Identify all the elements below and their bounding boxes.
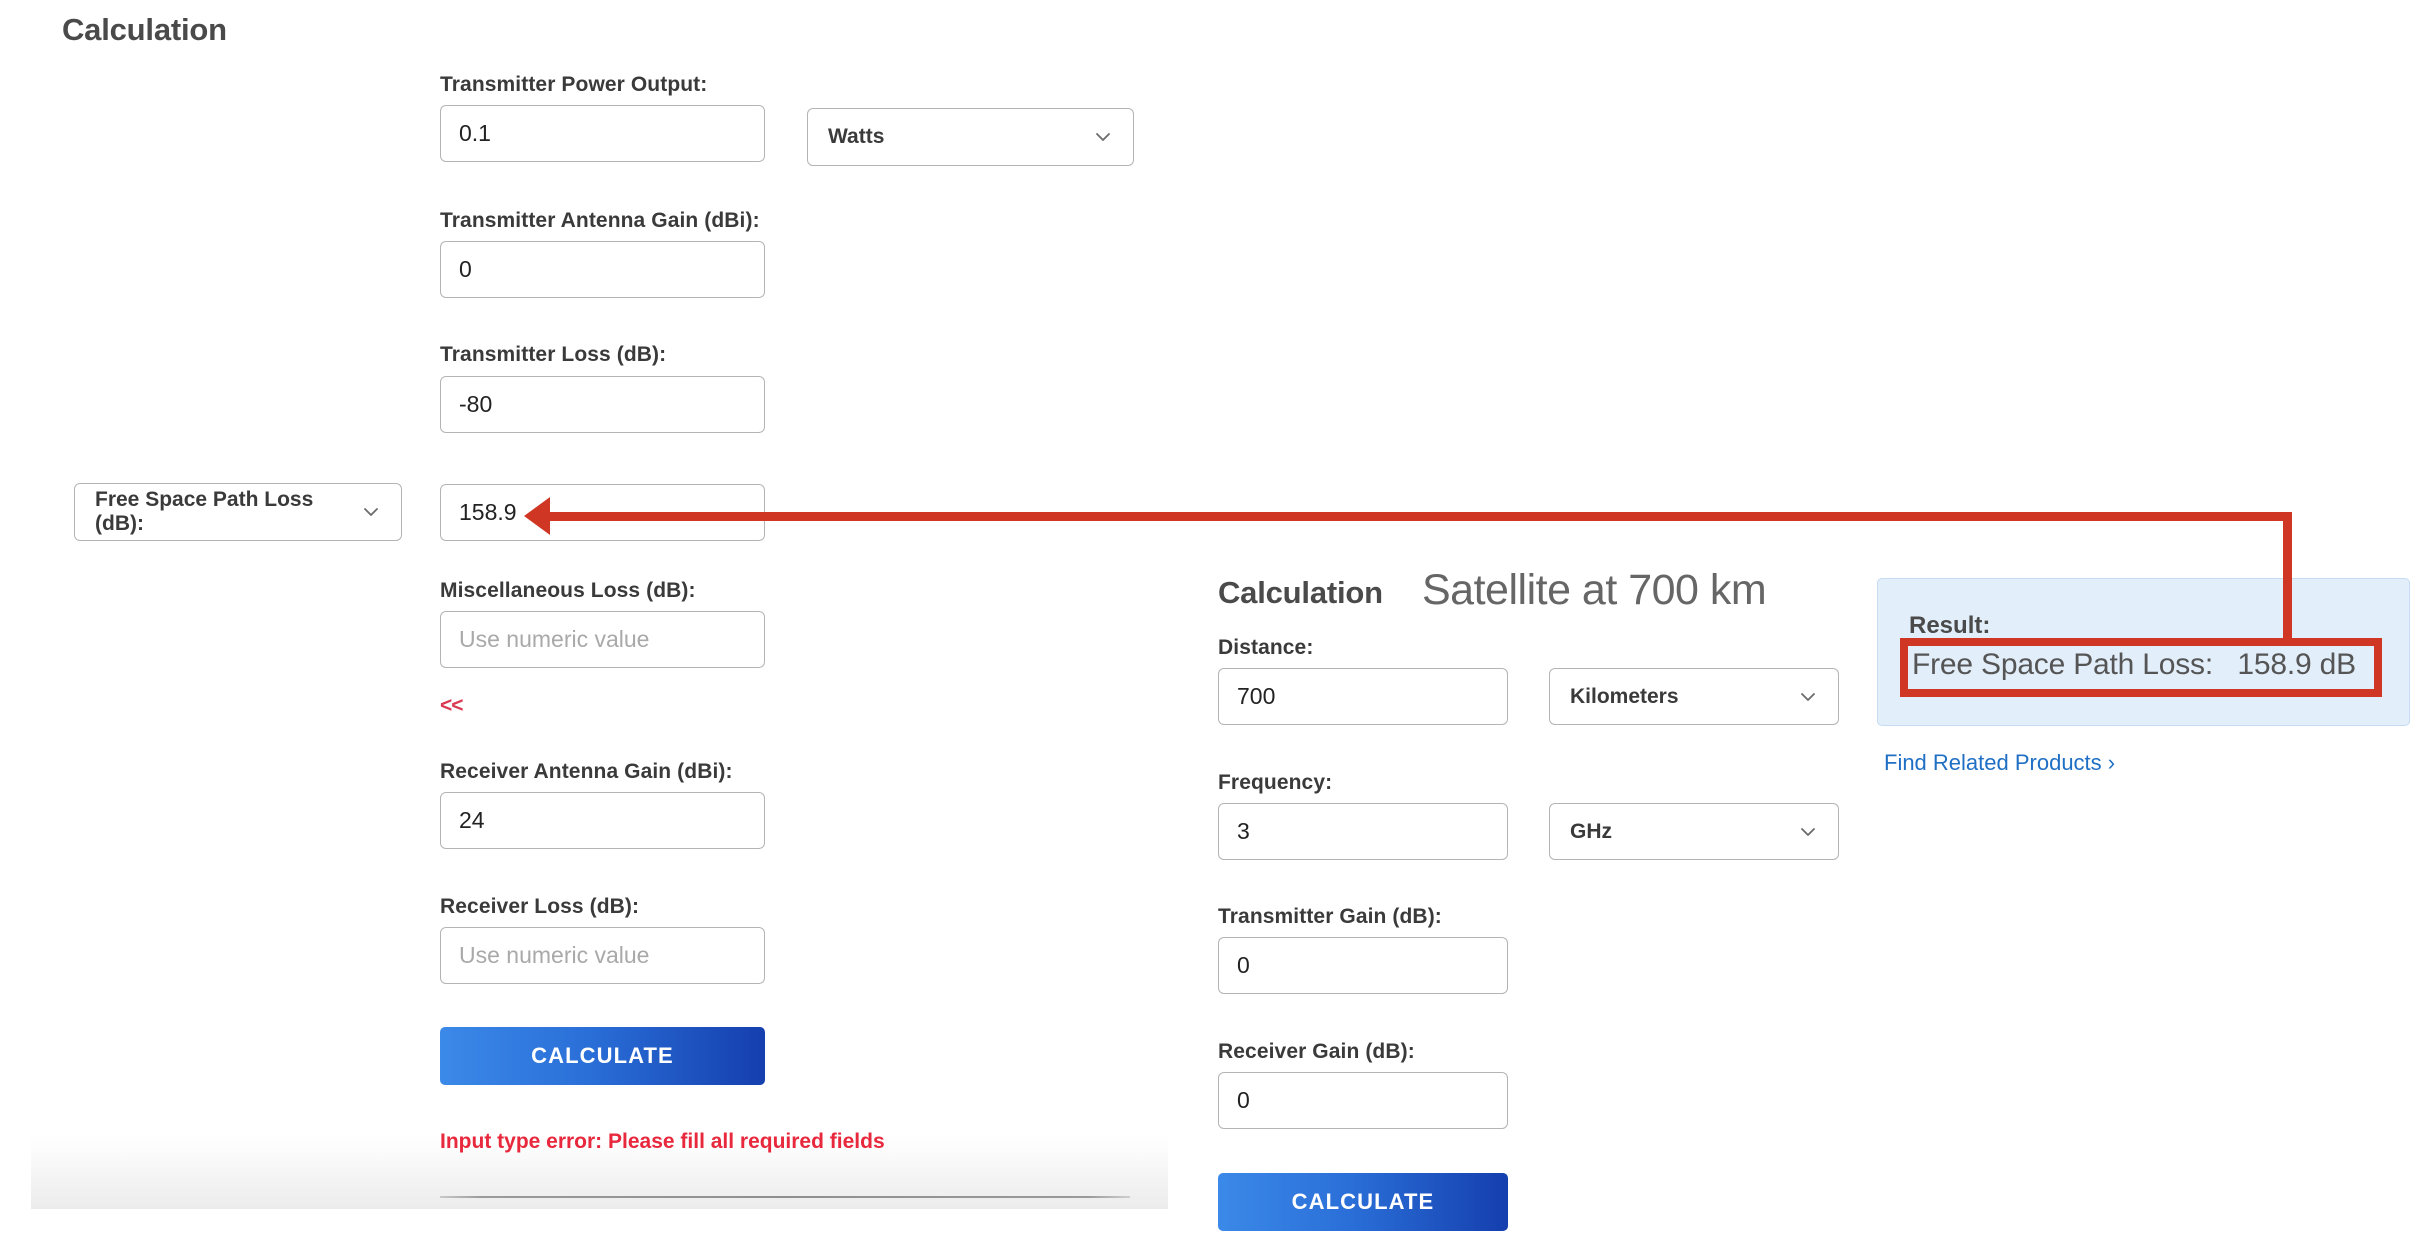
transmitter-power-output-input[interactable]: 0.1 <box>440 105 765 162</box>
find-related-products-link[interactable]: Find Related Products › <box>1884 750 2115 776</box>
chevron-down-icon <box>1093 127 1113 147</box>
overlay-transmitter-gain-input[interactable]: 0 <box>1218 937 1508 994</box>
annotation-arrow-line-horizontal <box>544 512 2292 521</box>
miscellaneous-loss-input[interactable]: Use numeric value <box>440 611 765 668</box>
free-space-path-loss-input[interactable]: 158.9 <box>440 484 765 541</box>
frequency-unit-select[interactable]: GHz <box>1549 803 1839 860</box>
transmitter-antenna-gain-input[interactable]: 0 <box>440 241 765 298</box>
footer-divider <box>440 1196 1130 1198</box>
overlay-receiver-gain-label: Receiver Gain (dB): <box>1218 1040 1415 1063</box>
receiver-antenna-gain-input[interactable]: 24 <box>440 792 765 849</box>
receiver-loss-input[interactable]: Use numeric value <box>440 927 765 984</box>
loss-type-select-value: Free Space Path Loss (dB): <box>95 488 314 535</box>
overlay-receiver-gain-input[interactable]: 0 <box>1218 1072 1508 1129</box>
transmitter-power-output-label: Transmitter Power Output: <box>440 73 708 96</box>
overlay-transmitter-gain-label: Transmitter Gain (dB): <box>1218 905 1442 928</box>
transmitter-power-unit-value: Watts <box>828 125 885 148</box>
result-value: Free Space Path Loss: 158.9 dB <box>1912 648 2356 681</box>
chevron-down-icon <box>1798 822 1818 842</box>
frequency-label: Frequency: <box>1218 771 1333 794</box>
receiver-loss-label: Receiver Loss (dB): <box>440 895 640 918</box>
chevron-down-icon <box>361 502 381 522</box>
transmitter-antenna-gain-label: Transmitter Antenna Gain (dBi): <box>440 209 760 232</box>
transmitter-power-unit-select[interactable]: Watts <box>807 108 1134 166</box>
overlay-calculate-button[interactable]: CALCULATE <box>1218 1173 1508 1231</box>
miscellaneous-loss-label: Miscellaneous Loss (dB): <box>440 579 696 602</box>
result-label: Result: <box>1909 612 1991 639</box>
distance-unit-select[interactable]: Kilometers <box>1549 668 1839 725</box>
form-error-message: Input type error: Please fill all requir… <box>440 1130 885 1153</box>
transmitter-loss-input[interactable]: -80 <box>440 376 765 433</box>
distance-label: Distance: <box>1218 636 1314 659</box>
frequency-unit-value: GHz <box>1570 819 1612 843</box>
chevron-down-icon <box>1798 687 1818 707</box>
frequency-input[interactable]: 3 <box>1218 803 1508 860</box>
distance-unit-value: Kilometers <box>1570 684 1679 708</box>
overlay-title: Satellite at 700 km <box>1422 566 1767 614</box>
loss-type-select[interactable]: Free Space Path Loss (dB): <box>74 483 402 541</box>
page-title: Calculation <box>62 12 227 47</box>
background-calculate-button[interactable]: CALCULATE <box>440 1027 765 1085</box>
collapse-toggle-link[interactable]: << <box>440 694 464 718</box>
distance-input[interactable]: 700 <box>1218 668 1508 725</box>
receiver-antenna-gain-label: Receiver Antenna Gain (dBi): <box>440 760 733 783</box>
overlay-kicker: Calculation <box>1218 575 1383 610</box>
transmitter-loss-label: Transmitter Loss (dB): <box>440 343 667 366</box>
